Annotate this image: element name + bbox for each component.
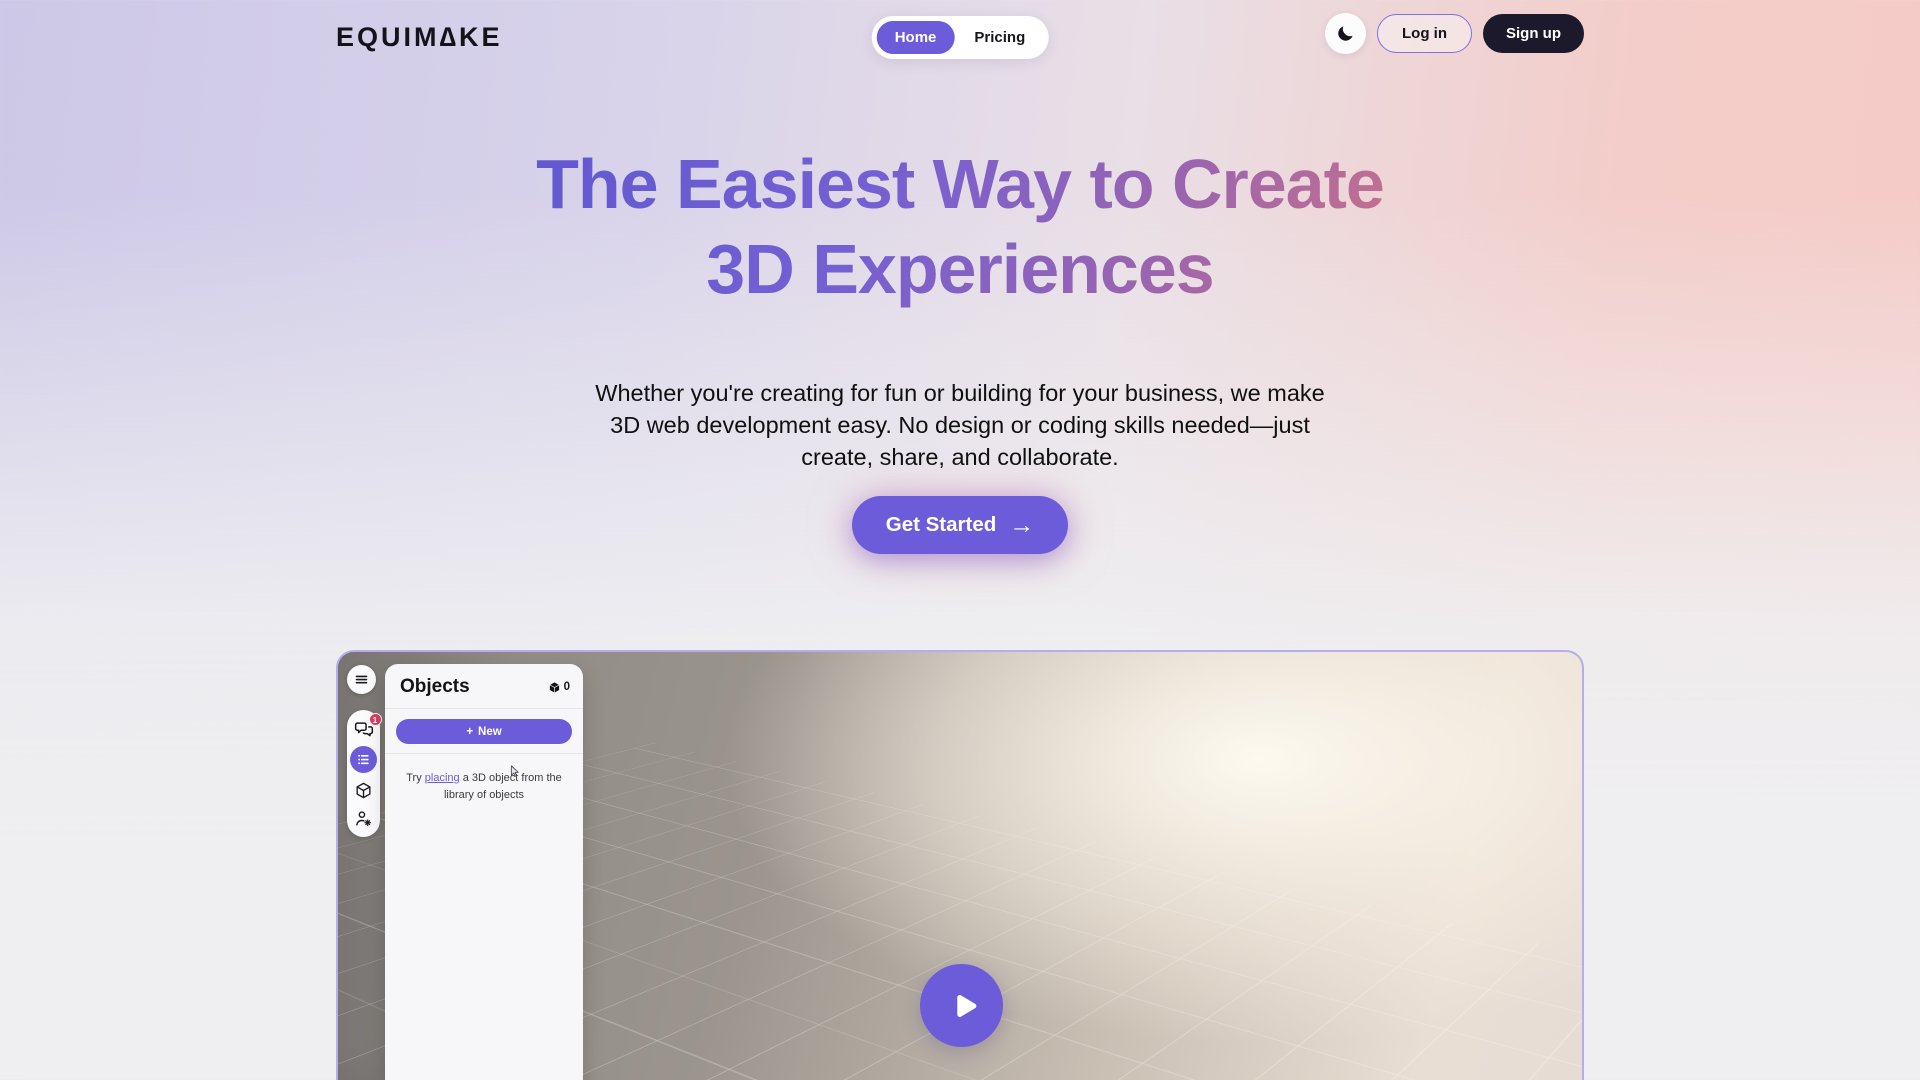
empty-state-hint: Try placing a 3D object from the library… <box>403 770 565 804</box>
cta-section: Get Started → <box>0 496 1920 554</box>
objects-tool-button[interactable] <box>350 746 377 773</box>
cube-icon <box>548 681 561 694</box>
objects-panel: Objects 0 + New Try placing a 3D object … <box>385 664 583 1080</box>
cube-outline-icon <box>354 781 373 800</box>
signup-button[interactable]: Sign up <box>1483 14 1584 53</box>
new-object-button[interactable]: + New <box>396 719 572 744</box>
hero-section: The Easiest Way to Create 3D Experiences <box>0 142 1920 313</box>
play-button[interactable] <box>920 964 1003 1047</box>
title-line-1: The Easiest Way to Create <box>536 142 1384 227</box>
subtitle-line: create, share, and collaborate. <box>0 441 1920 473</box>
chat-notification-badge: 1 <box>369 713 382 726</box>
get-started-button[interactable]: Get Started → <box>852 496 1069 554</box>
players-tool-button[interactable] <box>353 807 375 829</box>
left-toolbar: 1 <box>347 710 380 837</box>
hamburger-icon <box>354 672 369 687</box>
topbar-actions: Log in Sign up <box>1325 13 1584 54</box>
app-preview: 1 Objects 0 <box>336 650 1584 1080</box>
logo[interactable]: EQUIM∆KE <box>336 22 503 53</box>
hint-text: Try <box>406 772 425 784</box>
login-button[interactable]: Log in <box>1377 14 1472 53</box>
theme-toggle-button[interactable] <box>1325 13 1366 54</box>
subtitle-line: Whether you're creating for fun or build… <box>0 377 1920 409</box>
get-started-label: Get Started <box>886 513 997 537</box>
divider <box>385 753 583 754</box>
title-line-2: 3D Experiences <box>536 227 1384 312</box>
plus-icon: + <box>466 726 473 738</box>
menu-button[interactable] <box>347 665 376 694</box>
list-icon <box>356 752 371 767</box>
new-object-label: New <box>478 726 502 738</box>
nav-item-pricing[interactable]: Pricing <box>956 21 1043 54</box>
hint-text: a 3D object from the library of objects <box>444 772 562 801</box>
moon-icon <box>1336 24 1355 43</box>
page-title: The Easiest Way to Create 3D Experiences <box>536 142 1384 313</box>
chat-tool-button[interactable]: 1 <box>353 718 375 740</box>
object-count-value: 0 <box>564 681 570 693</box>
hero-subtitle: Whether you're creating for fun or build… <box>0 377 1920 473</box>
play-icon <box>942 989 981 1023</box>
divider <box>385 708 583 709</box>
objects-panel-title: Objects <box>400 676 470 698</box>
library-tool-button[interactable] <box>353 779 375 801</box>
nav-item-home[interactable]: Home <box>877 21 955 54</box>
placing-link[interactable]: placing <box>425 772 460 784</box>
top-bar: EQUIM∆KE Home Pricing Log in Sign up <box>0 0 1920 80</box>
objects-panel-header: Objects 0 <box>385 664 583 708</box>
arrow-right-icon: → <box>1009 513 1034 538</box>
person-gear-icon <box>354 809 373 828</box>
subtitle-line: 3D web development easy. No design or co… <box>0 409 1920 441</box>
main-nav: Home Pricing <box>872 16 1049 59</box>
object-count: 0 <box>548 681 570 694</box>
